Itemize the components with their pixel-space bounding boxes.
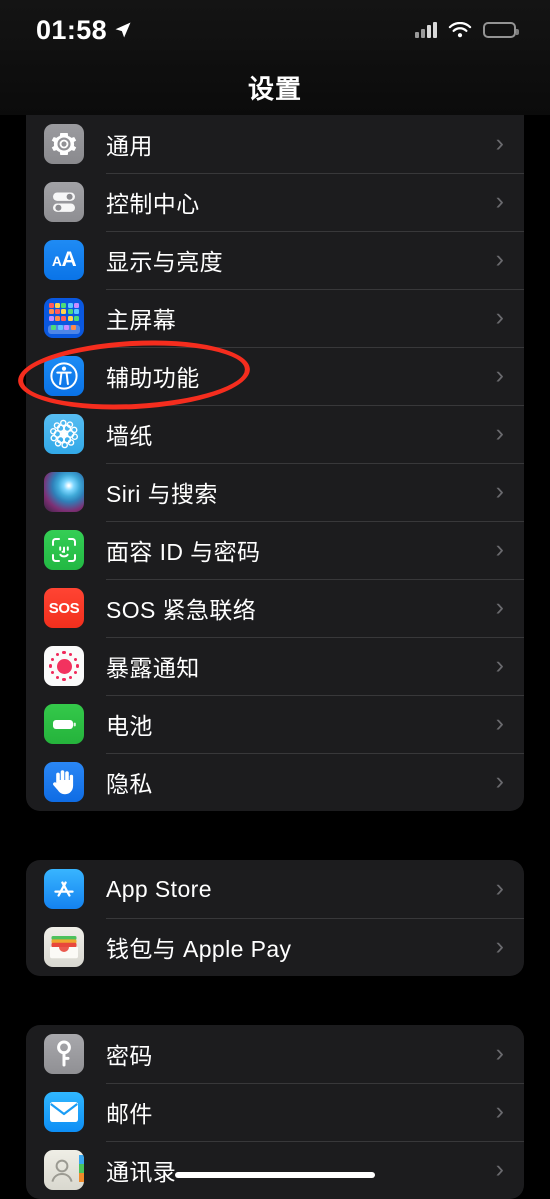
settings-row-label: 面容 ID 与密码 — [106, 539, 261, 565]
cellular-bars-icon — [415, 22, 437, 38]
status-bar-right — [415, 21, 519, 39]
sos-icon: SOS — [44, 588, 84, 628]
wallet-icon — [44, 927, 84, 967]
store-group: App Store › 钱包与 Apple Pay › — [26, 860, 524, 976]
settings-row[interactable]: Siri 与搜索 › — [26, 463, 524, 521]
settings-row-label: 暴露通知 — [106, 655, 200, 681]
chevron-right-icon: › — [495, 128, 504, 157]
chevron-right-icon: › — [495, 592, 504, 621]
group-separator — [0, 811, 550, 860]
settings-row-label: 墙纸 — [106, 423, 153, 449]
nav-bar: 设置 — [0, 60, 550, 115]
chevron-right-icon: › — [495, 476, 504, 505]
status-time: 01:58 — [36, 14, 108, 45]
gear-icon — [44, 124, 84, 164]
settings-row-label: 主屏幕 — [106, 307, 177, 333]
group-separator — [0, 976, 550, 1025]
settings-row[interactable]: 密码 › — [26, 1025, 524, 1083]
siri-icon — [44, 472, 84, 512]
settings-row[interactable]: 墙纸 › — [26, 405, 524, 463]
battery-icon — [483, 22, 519, 38]
app-store-icon — [44, 869, 84, 909]
chevron-right-icon: › — [495, 931, 504, 960]
settings-row-label: 电池 — [106, 713, 153, 739]
settings-row[interactable]: 电池 › — [26, 695, 524, 753]
settings-row[interactable]: SOS SOS 紧急联络 › — [26, 579, 524, 637]
settings-row[interactable]: App Store › — [26, 860, 524, 918]
home-indicator — [175, 1172, 375, 1178]
chevron-right-icon: › — [495, 873, 504, 902]
settings-row-label: 辅助功能 — [106, 365, 200, 391]
mail-icon — [44, 1092, 84, 1132]
settings-row-label: 邮件 — [106, 1101, 153, 1127]
chevron-right-icon: › — [495, 1038, 504, 1067]
settings-row-label: 显示与亮度 — [106, 249, 223, 275]
settings-row-label: 通讯录 — [106, 1159, 177, 1185]
display-brightness-icon: AA — [44, 240, 84, 280]
privacy-hand-icon — [44, 762, 84, 802]
settings-row[interactable]: 钱包与 Apple Pay › — [26, 918, 524, 976]
chevron-right-icon: › — [495, 186, 504, 215]
settings-row[interactable]: 通讯录 › — [26, 1141, 524, 1199]
chevron-right-icon: › — [495, 244, 504, 273]
chevron-right-icon: › — [495, 650, 504, 679]
settings-row-label: SOS 紧急联络 — [106, 597, 257, 623]
wifi-icon — [448, 21, 472, 37]
home-screen-icon — [44, 298, 84, 338]
settings-row[interactable]: 通用 › — [26, 115, 524, 173]
settings-row-label: 钱包与 Apple Pay — [106, 936, 292, 962]
settings-row-label: Siri 与搜索 — [106, 481, 218, 507]
settings-row[interactable]: 隐私 › — [26, 753, 524, 811]
settings-row-label: 密码 — [106, 1043, 153, 1069]
settings-row[interactable]: 主屏幕 › — [26, 289, 524, 347]
status-bar-left: 01:58 — [36, 15, 132, 46]
settings-row[interactable]: 控制中心 › — [26, 173, 524, 231]
battery-settings-icon — [44, 704, 84, 744]
chevron-right-icon: › — [495, 1096, 504, 1125]
wallpaper-icon — [44, 414, 84, 454]
exposure-notification-icon — [44, 646, 84, 686]
system-group: 通用 › 控制中心 › AA 显示与亮度 › 主屏幕 › 辅助功能 › 墙纸 › Siri 与搜索 ›… — [26, 115, 524, 811]
chevron-right-icon: › — [495, 534, 504, 563]
settings-row-label: 隐私 — [106, 771, 153, 797]
settings-row[interactable]: 辅助功能 › — [26, 347, 524, 405]
control-center-icon — [44, 182, 84, 222]
key-icon — [44, 1034, 84, 1074]
accessibility-icon — [44, 356, 84, 396]
settings-row[interactable]: 邮件 › — [26, 1083, 524, 1141]
chevron-right-icon: › — [495, 1154, 504, 1183]
settings-scroll-view[interactable]: 通用 › 控制中心 › AA 显示与亮度 › 主屏幕 › 辅助功能 › 墙纸 › Siri 与搜索 ›… — [0, 115, 550, 1199]
face-id-icon — [44, 530, 84, 570]
chevron-right-icon: › — [495, 766, 504, 795]
settings-row-label: 通用 — [106, 133, 153, 159]
chevron-right-icon: › — [495, 708, 504, 737]
location-arrow-icon — [115, 22, 131, 38]
status-bar: 01:58 — [0, 0, 550, 60]
chevron-right-icon: › — [495, 360, 504, 389]
chevron-right-icon: › — [495, 302, 504, 331]
page-title: 设置 — [247, 74, 302, 104]
chevron-right-icon: › — [495, 418, 504, 447]
contacts-icon — [44, 1150, 84, 1190]
settings-row-label: 控制中心 — [106, 191, 200, 217]
settings-row[interactable]: AA 显示与亮度 › — [26, 231, 524, 289]
settings-row[interactable]: 面容 ID 与密码 › — [26, 521, 524, 579]
settings-row-label: App Store — [106, 875, 212, 902]
settings-row[interactable]: 暴露通知 › — [26, 637, 524, 695]
